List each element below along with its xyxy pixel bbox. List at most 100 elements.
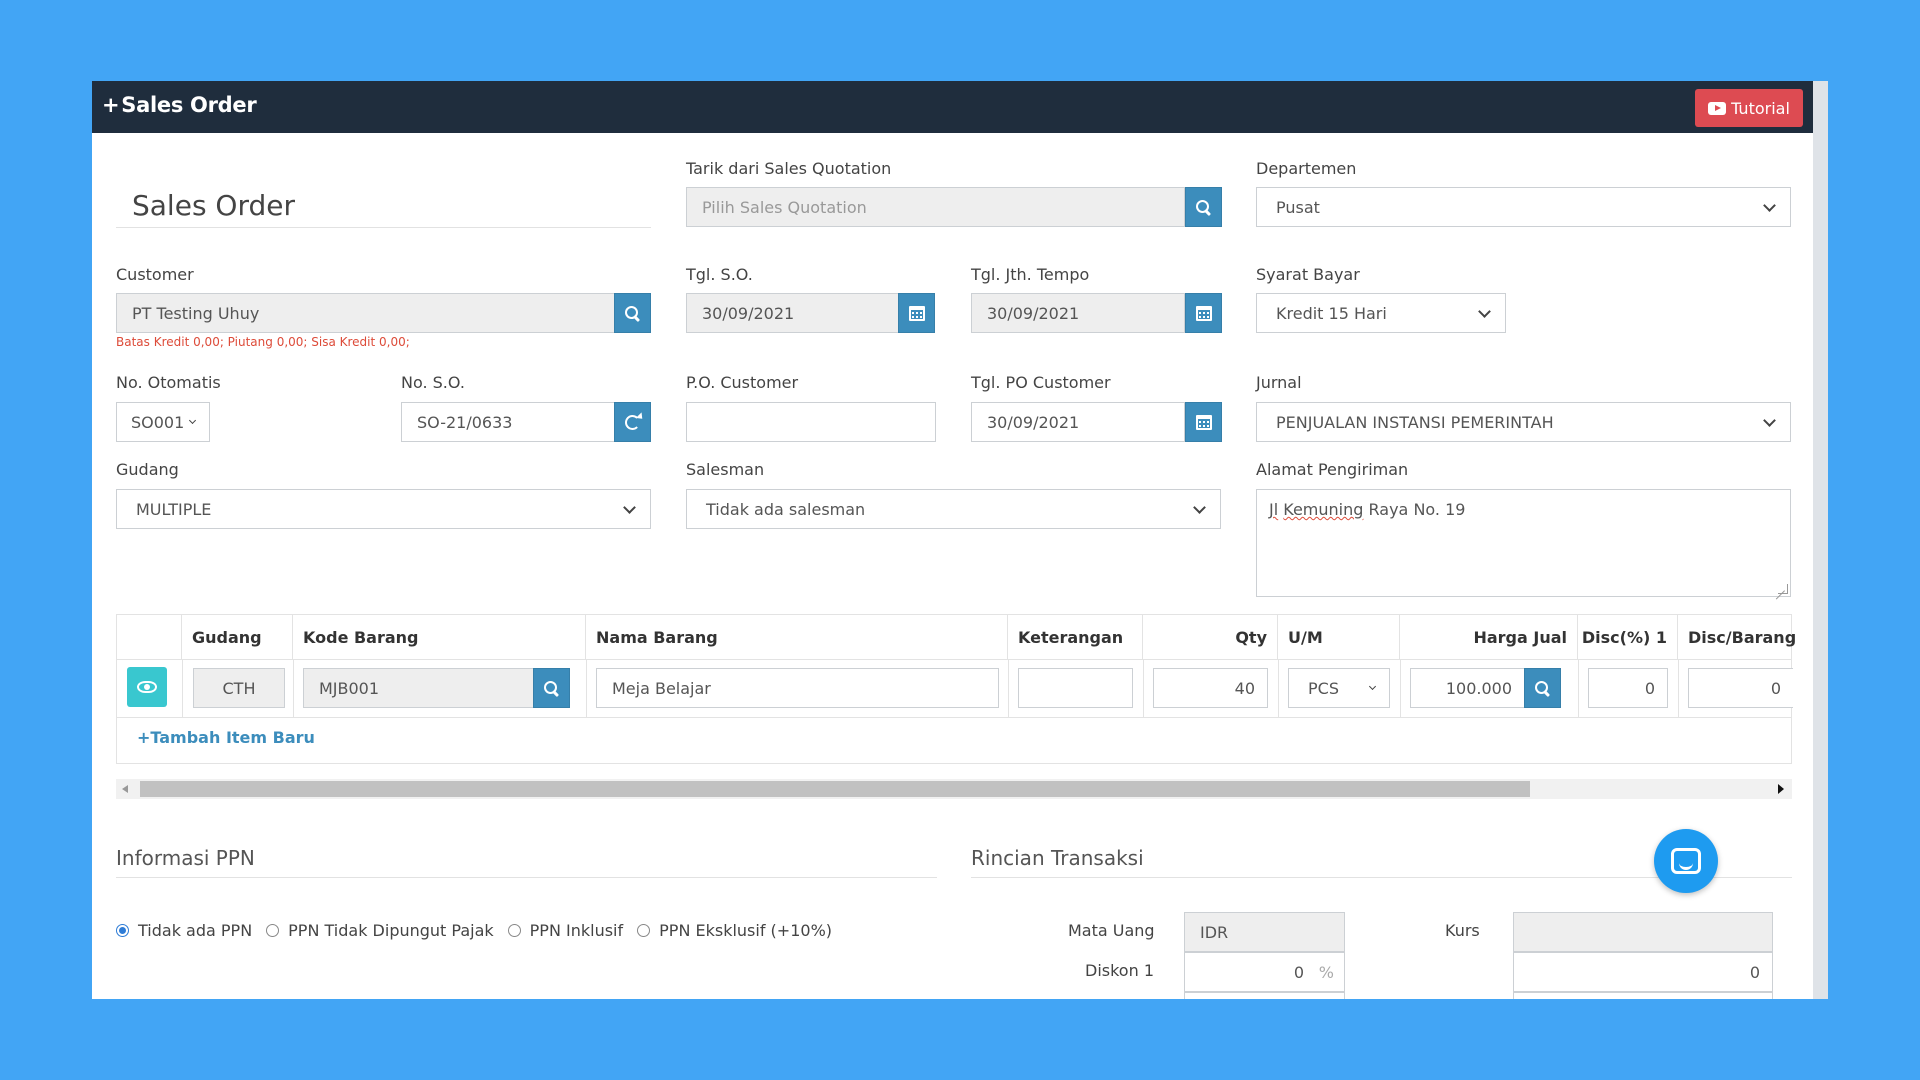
- window-title: +Sales Order: [102, 93, 257, 117]
- diskon1-percent-value: 0: [1293, 962, 1304, 982]
- quotation-input[interactable]: Pilih Sales Quotation: [686, 187, 1185, 227]
- percent-unit: %: [1318, 963, 1334, 982]
- gudang-label: Gudang: [116, 460, 179, 479]
- scroll-left-icon[interactable]: [122, 785, 128, 793]
- calendar-icon: [1195, 305, 1212, 321]
- ppn-divider: [116, 877, 937, 878]
- search-icon: [625, 305, 640, 321]
- refresh-icon: [625, 414, 640, 430]
- mata-uang-input[interactable]: IDR: [1184, 912, 1345, 952]
- row-disc-barang-input[interactable]: 0: [1688, 668, 1793, 708]
- tutorial-button[interactable]: Tutorial: [1695, 89, 1803, 127]
- radio-icon[interactable]: [637, 924, 651, 937]
- top-bar: +Sales Order Tutorial: [92, 81, 1814, 133]
- tgl-so-calendar-button[interactable]: [898, 293, 935, 333]
- sales-order-window: +Sales Order Tutorial Sales Order Tarik …: [92, 81, 1828, 999]
- row-keterangan-input[interactable]: [1018, 668, 1133, 708]
- plus-icon: +: [102, 93, 120, 117]
- no-otomatis-label: No. Otomatis: [116, 373, 221, 392]
- customer-input[interactable]: PT Testing Uhuy: [116, 293, 615, 333]
- no-otomatis-select[interactable]: SO001: [116, 402, 210, 442]
- ppn-option-inklusif[interactable]: PPN Inklusif: [507, 921, 623, 940]
- col-divider: [1143, 660, 1144, 717]
- mata-uang-label: Mata Uang: [1068, 921, 1155, 940]
- search-icon: [544, 680, 559, 696]
- kurs-input[interactable]: [1513, 912, 1773, 952]
- tgl-so-input[interactable]: 30/09/2021: [686, 293, 899, 333]
- table-header: Gudang Kode Barang Nama Barang Keteranga…: [117, 615, 1796, 660]
- po-customer-input[interactable]: [686, 402, 936, 442]
- col-divider: [586, 660, 587, 717]
- row-kode-search-button[interactable]: [533, 668, 570, 708]
- page-heading: Sales Order: [132, 189, 295, 222]
- th-um: U/M: [1278, 615, 1400, 660]
- row-disc1-input[interactable]: 0: [1588, 668, 1668, 708]
- salesman-label: Salesman: [686, 460, 765, 479]
- diskon2-percent-input[interactable]: [1184, 992, 1345, 999]
- no-so-label: No. S.O.: [401, 373, 465, 392]
- heading-divider: [116, 227, 651, 228]
- syarat-bayar-select[interactable]: Kredit 15 Hari: [1256, 293, 1506, 333]
- quotation-label: Tarik dari Sales Quotation: [686, 159, 892, 178]
- add-item-link[interactable]: +Tambah Item Baru: [137, 728, 315, 747]
- scroll-right-icon[interactable]: [1778, 784, 1784, 794]
- calendar-icon: [908, 305, 925, 321]
- col-divider: [293, 660, 294, 717]
- tgl-po-customer-input[interactable]: 30/09/2021: [971, 402, 1185, 442]
- row-harga-jual-input[interactable]: 100.000: [1410, 668, 1525, 708]
- quotation-search-button[interactable]: [1185, 187, 1222, 227]
- page-vertical-scrollbar[interactable]: [1813, 81, 1828, 999]
- tgl-jth-tempo-input[interactable]: 30/09/2021: [971, 293, 1185, 333]
- scrollbar-thumb[interactable]: [140, 781, 1530, 797]
- row-harga-search-button[interactable]: [1524, 668, 1561, 708]
- tgl-po-customer-label: Tgl. PO Customer: [971, 373, 1111, 392]
- row-kode-barang-input[interactable]: MJB001: [303, 668, 534, 708]
- calendar-icon: [1195, 414, 1212, 430]
- radio-icon[interactable]: [507, 924, 521, 937]
- row-um-select[interactable]: PCS: [1288, 668, 1390, 708]
- ppn-option-eksklusif[interactable]: PPN Eksklusif (+10%): [637, 921, 832, 940]
- items-table: Gudang Kode Barang Nama Barang Keteranga…: [116, 614, 1796, 764]
- table-horizontal-scrollbar[interactable]: [116, 779, 1792, 799]
- ppn-option-tidak-dipungut[interactable]: PPN Tidak Dipungut Pajak: [266, 921, 494, 940]
- row-divider: [117, 717, 1791, 718]
- row-qty-input[interactable]: 40: [1153, 668, 1268, 708]
- alamat-textarea[interactable]: Jl Kemuning Raya No. 19: [1256, 489, 1791, 597]
- alamat-word-2: Kemuning: [1283, 500, 1364, 519]
- th-disc1: Disc(%) 1: [1578, 615, 1678, 660]
- diskon1-label: Diskon 1: [1085, 961, 1154, 980]
- diskon1-amount-input[interactable]: 0: [1513, 952, 1773, 992]
- departemen-label: Departemen: [1256, 159, 1357, 178]
- po-customer-label: P.O. Customer: [686, 373, 799, 392]
- resize-handle-icon[interactable]: [1778, 584, 1788, 594]
- eye-icon: [137, 681, 157, 693]
- ppn-option-none[interactable]: Tidak ada PPN: [116, 921, 252, 940]
- no-so-refresh-button[interactable]: [614, 402, 651, 442]
- radio-icon[interactable]: [266, 924, 280, 937]
- tutorial-label: Tutorial: [1731, 98, 1790, 118]
- alamat-label: Alamat Pengiriman: [1256, 460, 1409, 479]
- col-divider: [1278, 660, 1279, 717]
- th-gudang: Gudang: [182, 615, 293, 660]
- row-gudang-input[interactable]: CTH: [193, 668, 285, 708]
- tgl-jth-tempo-label: Tgl. Jth. Tempo: [971, 265, 1090, 284]
- radio-checked-icon[interactable]: [116, 924, 129, 937]
- jurnal-label: Jurnal: [1256, 373, 1302, 392]
- view-row-button[interactable]: [127, 667, 167, 707]
- row-nama-barang-input[interactable]: Meja Belajar: [596, 668, 999, 708]
- gudang-select[interactable]: MULTIPLE: [116, 489, 651, 529]
- diskon1-percent-input[interactable]: 0 %: [1184, 952, 1345, 992]
- diskon2-amount-input[interactable]: [1513, 992, 1773, 999]
- search-icon: [1196, 199, 1211, 215]
- col-divider: [1400, 660, 1401, 717]
- tgl-po-customer-calendar-button[interactable]: [1185, 402, 1222, 442]
- no-so-input[interactable]: SO-21/0633: [401, 402, 615, 442]
- jurnal-select[interactable]: PENJUALAN INSTANSI PEMERINTAH: [1256, 402, 1791, 442]
- salesman-select[interactable]: Tidak ada salesman: [686, 489, 1221, 529]
- customer-label: Customer: [116, 265, 194, 284]
- departemen-select[interactable]: Pusat: [1256, 187, 1791, 227]
- col-divider: [1008, 660, 1009, 717]
- tgl-jth-tempo-calendar-button[interactable]: [1185, 293, 1222, 333]
- chat-widget-button[interactable]: [1654, 829, 1718, 893]
- customer-search-button[interactable]: [614, 293, 651, 333]
